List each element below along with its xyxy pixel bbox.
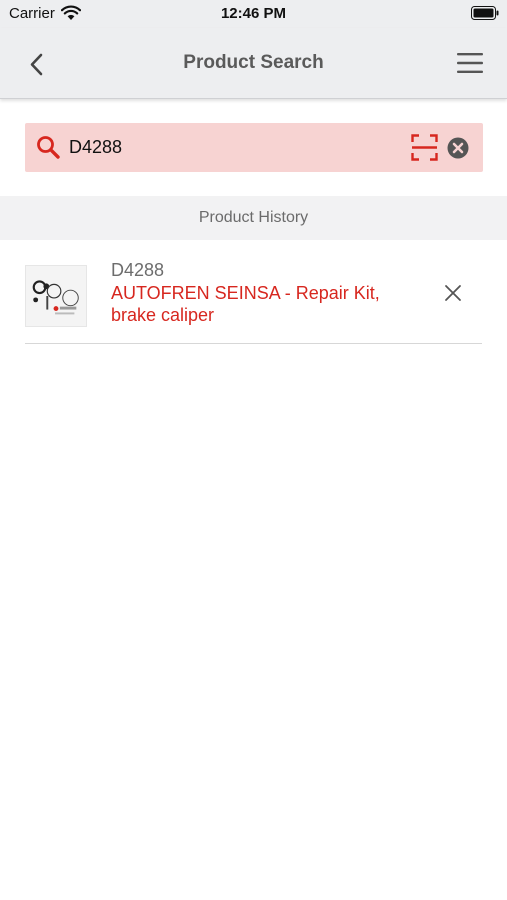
hamburger-menu-icon (457, 53, 483, 73)
navigation-bar: Product Search (0, 28, 507, 99)
product-code: D4288 (111, 260, 165, 280)
search-bar (25, 123, 483, 172)
status-time: 12:46 PM (220, 5, 287, 22)
product-thumbnail (25, 265, 87, 327)
clear-icon (447, 137, 469, 159)
menu-button[interactable] (457, 52, 483, 74)
status-bar: Carrier 12:46 PM (0, 0, 507, 28)
search-icon (37, 136, 60, 159)
history-list-item[interactable]: D4288 AUTOFREN SEINSA - Repair Kit, brak… (25, 245, 482, 344)
search-input[interactable] (69, 134, 399, 161)
scan-button[interactable] (411, 134, 438, 161)
battery-icon (471, 6, 499, 20)
page-title: Product Search (183, 52, 324, 73)
close-icon (445, 285, 461, 301)
remove-history-item-button[interactable] (443, 283, 463, 303)
clear-search-button[interactable] (447, 137, 469, 159)
product-history-header: Product History (0, 196, 507, 240)
barcode-scan-icon (411, 134, 438, 161)
product-description: AUTOFREN SEINSA - Repair Kit, brake cali… (111, 283, 380, 325)
